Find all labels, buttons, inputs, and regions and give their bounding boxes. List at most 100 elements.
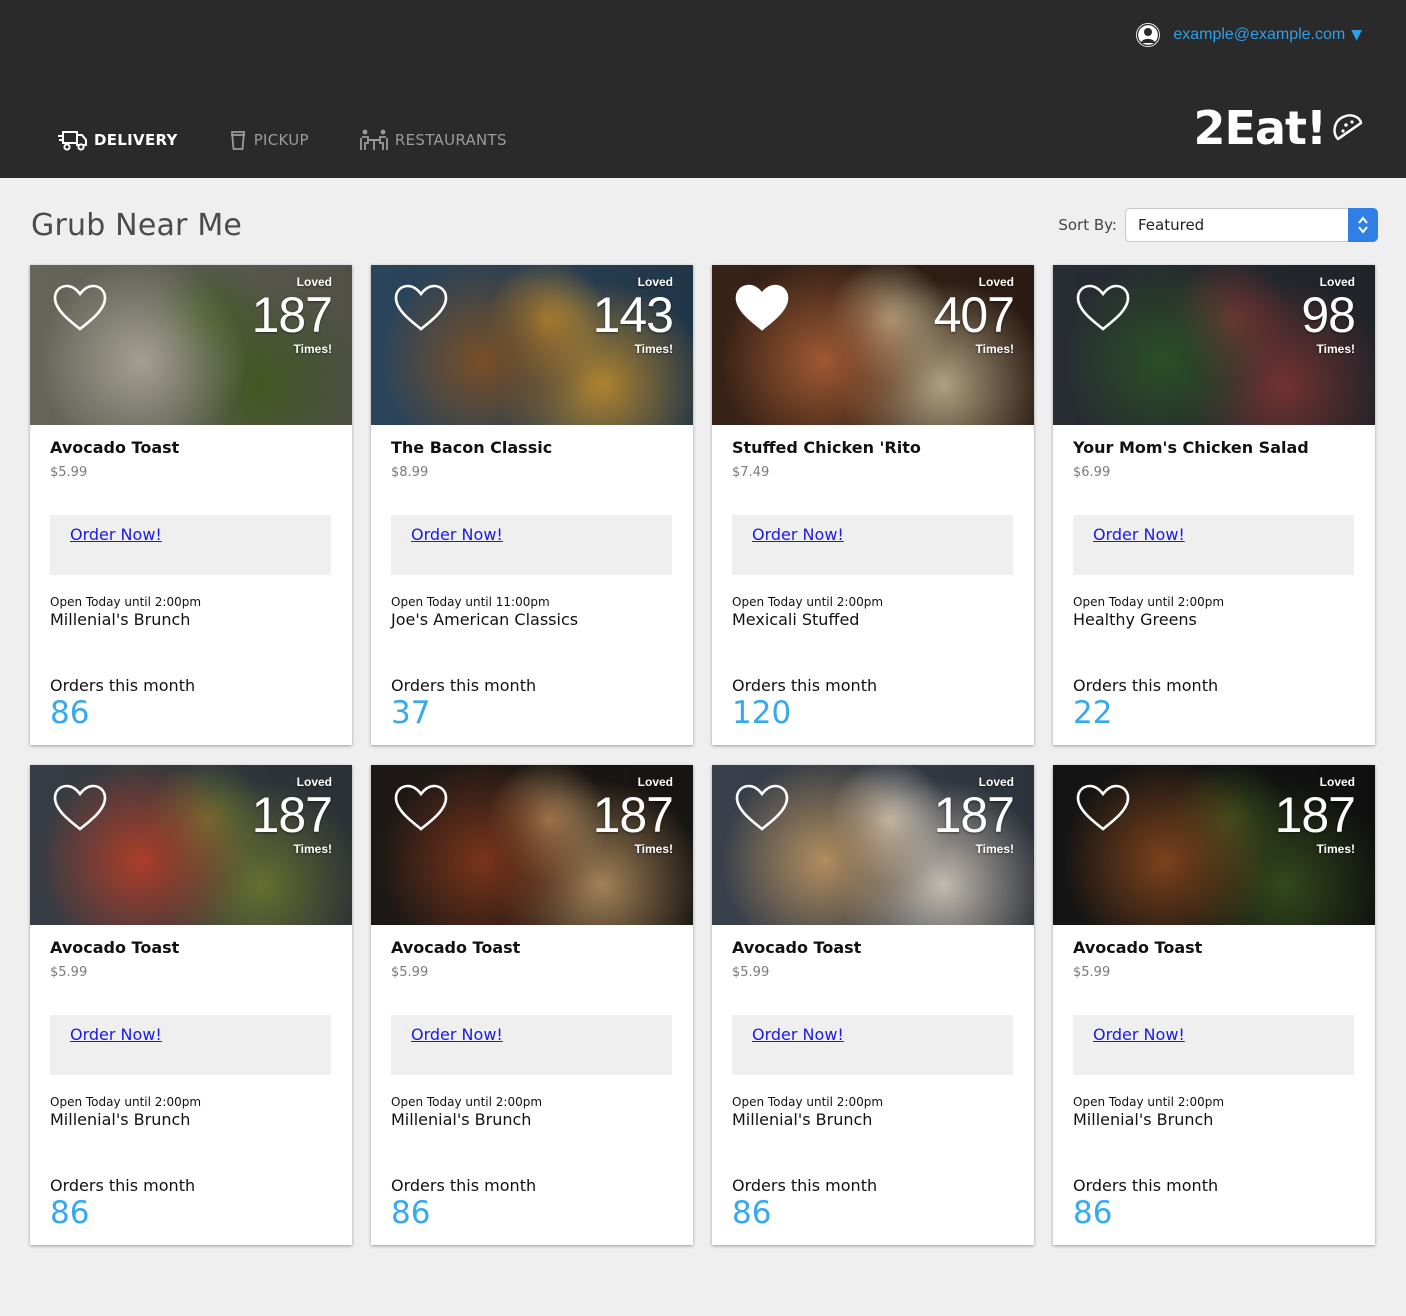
order-now-link[interactable]: Order Now!	[70, 525, 162, 544]
orders-label: Orders this month	[732, 1176, 878, 1195]
order-box: Order Now!	[391, 1015, 672, 1075]
item-price: $5.99	[391, 965, 429, 980]
food-image[interactable]: Loved 187 Times!	[30, 265, 352, 425]
user-email[interactable]: example@example.com	[1173, 26, 1345, 44]
orders-label: Orders this month	[50, 1176, 196, 1195]
food-card[interactable]: Loved 143 Times! The Bacon Classic $8.99…	[371, 265, 693, 745]
orders-label: Orders this month	[732, 676, 878, 695]
order-now-link[interactable]: Order Now!	[752, 1025, 844, 1044]
orders-count: 37	[391, 695, 431, 731]
item-price: $5.99	[50, 465, 88, 480]
item-name: Avocado Toast	[391, 938, 521, 957]
heart-icon[interactable]	[733, 783, 791, 833]
order-now-link[interactable]: Order Now!	[411, 525, 503, 544]
restaurant-name: Healthy Greens	[1073, 610, 1197, 629]
item-price: $7.49	[732, 465, 770, 480]
food-image[interactable]: Loved 187 Times!	[371, 765, 693, 925]
order-now-link[interactable]: Order Now!	[411, 1025, 503, 1044]
food-card[interactable]: Loved 187 Times! Avocado Toast $5.99 Ord…	[712, 765, 1034, 1245]
orders-label: Orders this month	[1073, 1176, 1219, 1195]
item-name: Avocado Toast	[50, 938, 180, 957]
food-card-grid: Loved 187 Times! Avocado Toast $5.99 Ord…	[30, 265, 1376, 1245]
loved-counter: Loved 187 Times!	[251, 275, 333, 356]
nav-pickup-label[interactable]: PICKUP	[254, 131, 309, 149]
nav-delivery-label[interactable]: DELIVERY	[94, 131, 178, 149]
open-hours: Open Today until 2:00pm	[1073, 595, 1225, 609]
loved-count: 407	[933, 287, 1015, 343]
food-card[interactable]: Loved 187 Times! Avocado Toast $5.99 Ord…	[371, 765, 693, 1245]
food-card[interactable]: Loved 187 Times! Avocado Toast $5.99 Ord…	[30, 765, 352, 1245]
food-image[interactable]: Loved 187 Times!	[30, 765, 352, 925]
item-price: $5.99	[50, 965, 88, 980]
open-hours: Open Today until 2:00pm	[732, 595, 884, 609]
order-now-link[interactable]: Order Now!	[70, 1025, 162, 1044]
item-price: $8.99	[391, 465, 429, 480]
food-image[interactable]: Loved 187 Times!	[712, 765, 1034, 925]
brand-logo[interactable]: 2Eat!	[1194, 101, 1364, 155]
food-card[interactable]: Loved 407 Times! Stuffed Chicken 'Rito $…	[712, 265, 1034, 745]
restaurant-name: Mexicali Stuffed	[732, 610, 860, 629]
food-image[interactable]: Loved 143 Times!	[371, 265, 693, 425]
nav-delivery[interactable]: DELIVERY	[58, 124, 178, 156]
cup-icon	[228, 129, 248, 151]
heart-icon[interactable]	[51, 783, 109, 833]
loved-counter: Loved 187 Times!	[934, 775, 1015, 856]
heart-icon[interactable]	[1074, 283, 1132, 333]
loved-count: 187	[251, 787, 333, 843]
nav-pickup[interactable]: PICKUP	[228, 124, 309, 156]
loved-counter: Loved 187 Times!	[593, 775, 674, 856]
item-name: Stuffed Chicken 'Rito	[732, 438, 921, 457]
order-box: Order Now!	[50, 1015, 331, 1075]
orders-count: 86	[1073, 1195, 1113, 1231]
restaurant-name: Millenial's Brunch	[50, 1110, 191, 1129]
loved-count: 98	[1301, 287, 1356, 343]
heart-icon[interactable]	[392, 783, 450, 833]
restaurant-name: Millenial's Brunch	[1073, 1110, 1214, 1129]
item-price: $6.99	[1073, 465, 1111, 480]
orders-count: 120	[732, 695, 792, 731]
food-image[interactable]: Loved 98 Times!	[1053, 265, 1375, 425]
sort-selected-value: Featured	[1138, 216, 1205, 234]
select-arrows-icon[interactable]	[1348, 208, 1378, 242]
food-card[interactable]: Loved 98 Times! Your Mom's Chicken Salad…	[1053, 265, 1375, 745]
heart-icon[interactable]	[733, 283, 791, 333]
sort-label: Sort By:	[1058, 216, 1117, 234]
orders-count: 86	[50, 695, 90, 731]
nav-restaurants[interactable]: RESTAURANTS	[359, 124, 507, 156]
nav-restaurants-label[interactable]: RESTAURANTS	[395, 131, 507, 149]
loved-count: 187	[251, 287, 333, 343]
item-name: Your Mom's Chicken Salad	[1073, 438, 1309, 457]
heart-icon[interactable]	[1074, 783, 1132, 833]
heart-icon[interactable]	[392, 283, 450, 333]
item-price: $5.99	[732, 965, 770, 980]
food-card[interactable]: Loved 187 Times! Avocado Toast $5.99 Ord…	[30, 265, 352, 745]
orders-count: 86	[732, 1195, 772, 1231]
loved-count: 143	[592, 287, 674, 343]
food-card[interactable]: Loved 187 Times! Avocado Toast $5.99 Ord…	[1053, 765, 1375, 1245]
order-now-link[interactable]: Order Now!	[752, 525, 844, 544]
order-now-link[interactable]: Order Now!	[1093, 525, 1185, 544]
loved-times-label: Times!	[293, 342, 332, 356]
open-hours: Open Today until 2:00pm	[391, 1095, 543, 1109]
sort-control: Sort By: Featured	[1058, 208, 1378, 242]
loved-times-label: Times!	[293, 842, 332, 856]
restaurant-name: Millenial's Brunch	[391, 1110, 532, 1129]
food-image[interactable]: Loved 187 Times!	[1053, 765, 1375, 925]
order-now-link[interactable]: Order Now!	[1093, 1025, 1185, 1044]
user-menu[interactable]: example@example.com ▼	[1135, 22, 1362, 48]
restaurant-name: Millenial's Brunch	[732, 1110, 873, 1129]
order-box: Order Now!	[1073, 515, 1354, 575]
order-box: Order Now!	[391, 515, 672, 575]
loved-times-label: Times!	[975, 342, 1014, 356]
orders-label: Orders this month	[1073, 676, 1219, 695]
loved-times-label: Times!	[634, 342, 673, 356]
main-nav: DELIVERY PICKUP RESTAURANTS	[58, 124, 557, 156]
heart-icon[interactable]	[51, 283, 109, 333]
chevron-down-icon[interactable]: ▼	[1351, 27, 1362, 43]
sort-select[interactable]: Featured	[1125, 208, 1378, 242]
taco-icon	[1333, 114, 1363, 141]
food-image[interactable]: Loved 407 Times!	[712, 265, 1034, 425]
item-price: $5.99	[1073, 965, 1111, 980]
dining-table-icon	[359, 128, 389, 152]
orders-label: Orders this month	[391, 676, 537, 695]
